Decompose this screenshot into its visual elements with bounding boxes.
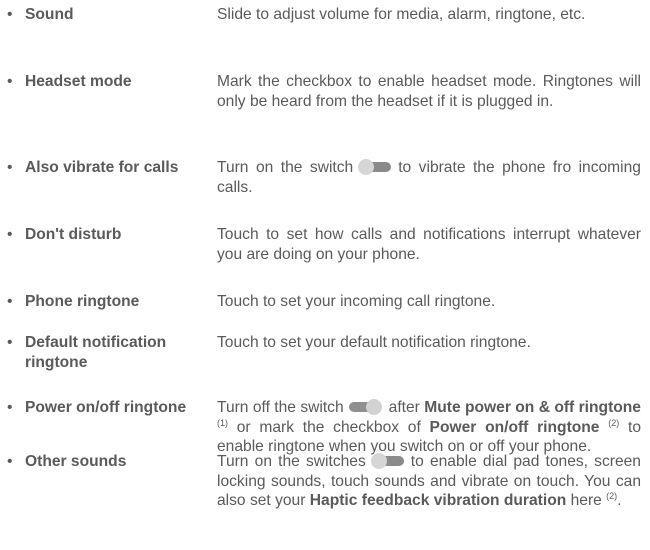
setting-name: Haptic feedback vibration duration	[309, 492, 567, 509]
item-description: Turn on the switches to enable dial pad t…	[217, 452, 641, 511]
bullet: •	[7, 453, 13, 470]
item-description: Mark the checkbox to enable headset mode…	[217, 73, 641, 110]
bullet: •	[7, 334, 13, 351]
item-term: Default notification ringtone	[25, 334, 167, 371]
desc-text: Turn on the switches	[217, 453, 366, 470]
desc-text: Turn off the switch	[217, 399, 344, 416]
toggle-switch-on-icon	[348, 399, 383, 415]
desc-text: Turn on the switch	[217, 159, 354, 176]
item-term: Power on/off ringtone	[25, 399, 187, 416]
item-description: Touch to set your default notification r…	[217, 334, 531, 351]
desc-text: .	[617, 492, 622, 509]
footnote-ref: (2)	[606, 491, 618, 501]
item-term: Headset mode	[25, 73, 132, 90]
item-term: Other sounds	[25, 453, 127, 470]
sound-settings-list: • Sound Slide to adjust volume for media…	[0, 0, 650, 550]
bullet: •	[7, 226, 13, 243]
item-term: Also vibrate for calls	[25, 159, 179, 176]
item-term: Phone ringtone	[25, 293, 140, 310]
item-term: Sound	[25, 6, 74, 23]
footnote-ref: (2)	[608, 417, 620, 428]
setting-name: Mute power on & off ringtone	[424, 399, 641, 416]
item-description: Turn off the switch after Mute power on &…	[217, 398, 641, 457]
item-description: Turn on the switch to vibrate the phone f…	[217, 158, 641, 197]
toggle-switch-off-icon	[358, 159, 392, 175]
item-description: Touch to set your incoming call ringtone…	[217, 293, 496, 310]
desc-text: after	[388, 399, 420, 416]
toggle-switch-off-icon	[370, 453, 405, 469]
bullet: •	[7, 399, 13, 416]
setting-name: Power on/off ringtone	[429, 418, 600, 436]
desc-text: or mark the checkbox of	[236, 418, 421, 436]
bullet: •	[7, 6, 13, 23]
item-description: Slide to adjust volume for media, alarm,…	[217, 6, 586, 23]
item-description: Touch to set how calls and notifications…	[217, 226, 641, 263]
footnote-ref: (1)	[217, 417, 228, 428]
bullet: •	[7, 73, 13, 90]
bullet: •	[7, 159, 13, 176]
desc-text: here	[570, 492, 602, 509]
item-term: Don't disturb	[25, 226, 122, 243]
bullet: •	[7, 293, 13, 310]
